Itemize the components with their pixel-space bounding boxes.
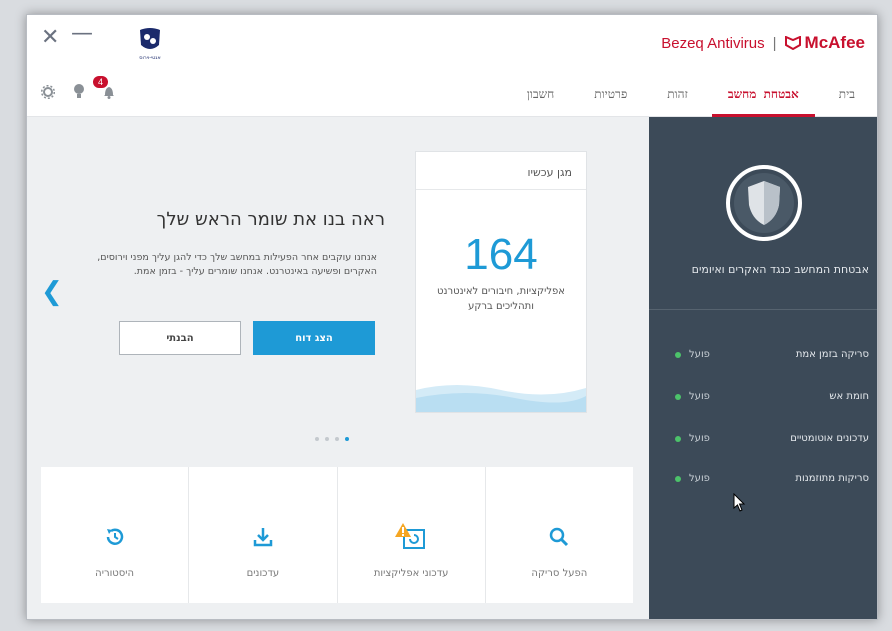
tile-updates[interactable]: עדכונים <box>189 467 338 603</box>
status-value: פועל <box>689 433 710 444</box>
search-icon <box>548 520 570 554</box>
tab-computer-security[interactable]: אבטחת מחשב <box>711 71 815 117</box>
bezeq-logo: אנטי-וירוס <box>135 27 165 61</box>
action-tiles: היסטוריה עדכונים עדכוני אפליקציות הפעל ס… <box>41 467 633 603</box>
notification-badge: 4 <box>93 75 109 88</box>
tab-home[interactable]: בית <box>837 71 857 117</box>
status-row-auto-updates[interactable]: פועל עדכונים אוטומטיים <box>649 433 877 453</box>
close-icon[interactable]: ✕ <box>41 27 59 49</box>
tile-label: עדכונים <box>246 568 280 579</box>
carousel-dot-active[interactable] <box>345 437 349 441</box>
status-name: סריקה בזמן אמת <box>795 349 869 360</box>
mcafee-shield-icon <box>784 36 801 50</box>
tab-identity[interactable]: זהות <box>665 71 690 117</box>
carousel-dots <box>315 437 349 441</box>
bell-icon[interactable]: 4 <box>93 75 115 103</box>
vendor-name: McAfee <box>804 33 865 52</box>
nav-icons: 4 <box>40 75 115 103</box>
brand-name: Bezeq Antivirus <box>661 34 765 52</box>
lightbulb-icon[interactable] <box>73 83 85 103</box>
app-update-warning-icon <box>394 520 428 554</box>
tile-history[interactable]: היסטוריה <box>41 467 190 603</box>
gear-icon[interactable] <box>40 84 56 103</box>
protected-count: 164 <box>464 230 538 279</box>
tab-account[interactable]: חשבון <box>525 71 557 117</box>
status-dot <box>675 394 681 400</box>
wave-decoration <box>416 385 586 412</box>
status-value: פועל <box>689 391 710 402</box>
main-content: ❮ מגן עכשיו 164 אפליקציות, חיבורים לאינט… <box>27 117 649 619</box>
protection-card: מגן עכשיו 164 אפליקציות, חיבורים לאינטרנ… <box>415 151 587 413</box>
got-it-button[interactable]: הבנתי <box>119 321 241 355</box>
card-description: אפליקציות, חיבורים לאינטרנט ותהליכים ברק… <box>437 286 565 312</box>
sidebar-title: אבטחת המחשב כנגד האקרים ואיומים <box>691 263 869 276</box>
status-row-realtime-scan[interactable]: פועל סריקה בזמן אמת <box>649 349 877 369</box>
chevron-left-icon[interactable]: ❮ <box>41 277 63 307</box>
status-name: עדכונים אוטומטיים <box>790 433 869 444</box>
security-sidebar: אבטחת המחשב כנגד האקרים ואיומים פועל סרי… <box>649 117 877 619</box>
status-name: סריקות מתוזמנות <box>795 473 869 484</box>
status-dot <box>675 436 681 442</box>
carousel-dot[interactable] <box>335 437 339 441</box>
history-icon <box>104 520 126 554</box>
mouse-cursor-icon <box>733 492 747 517</box>
status-value: פועל <box>689 349 710 360</box>
status-row-scheduled-scans[interactable]: פועל סריקות מתוזמנות <box>649 473 877 493</box>
vendor-logo: McAfee <box>784 33 865 53</box>
status-name: חומת אש <box>829 391 869 402</box>
app-window: ✕ — אנטי-וירוס Bezeq Antivirus | McAfee <box>26 14 878 620</box>
card-title: מגן עכשיו <box>416 152 586 190</box>
download-icon <box>252 520 274 554</box>
brand-separator: | <box>772 34 777 52</box>
tab-privacy[interactable]: פרטיות <box>592 71 629 117</box>
tile-label: עדכוני אפליקציות <box>373 568 449 579</box>
tile-run-scan[interactable]: הפעל סריקה <box>486 467 633 603</box>
hero-subtext: אנחנו עוקבים אחר הפעילות במחשב שלך כדי ל… <box>97 252 377 277</box>
status-value: פועל <box>689 473 710 484</box>
status-row-firewall[interactable]: פועל חומת אש <box>649 391 877 411</box>
hero-headline: ראה בנו את שומר הראש שלך <box>156 209 385 230</box>
logo-caption: אנטי-וירוס <box>139 55 160 61</box>
status-dot <box>675 352 681 358</box>
shield-icon <box>724 163 804 243</box>
show-report-button[interactable]: הצג דוח <box>253 321 375 355</box>
brand-header: Bezeq Antivirus | McAfee <box>661 33 865 53</box>
carousel-dot[interactable] <box>325 437 329 441</box>
tile-app-updates[interactable]: עדכוני אפליקציות <box>338 467 486 603</box>
minimize-icon[interactable]: — <box>71 23 93 45</box>
title-bar: ✕ — אנטי-וירוס Bezeq Antivirus | McAfee <box>27 15 877 71</box>
main-tabs: בית אבטחת מחשב זהות פרטיות חשבון <box>525 71 857 117</box>
sidebar-divider <box>649 309 877 310</box>
status-dot <box>675 476 681 482</box>
tile-label: הפעל סריקה <box>531 568 588 579</box>
carousel-dot[interactable] <box>315 437 319 441</box>
tile-label: היסטוריה <box>95 568 135 579</box>
nav-bar: 4 בית אבטחת מחשב זהות פרטיות חשבון <box>27 71 877 117</box>
